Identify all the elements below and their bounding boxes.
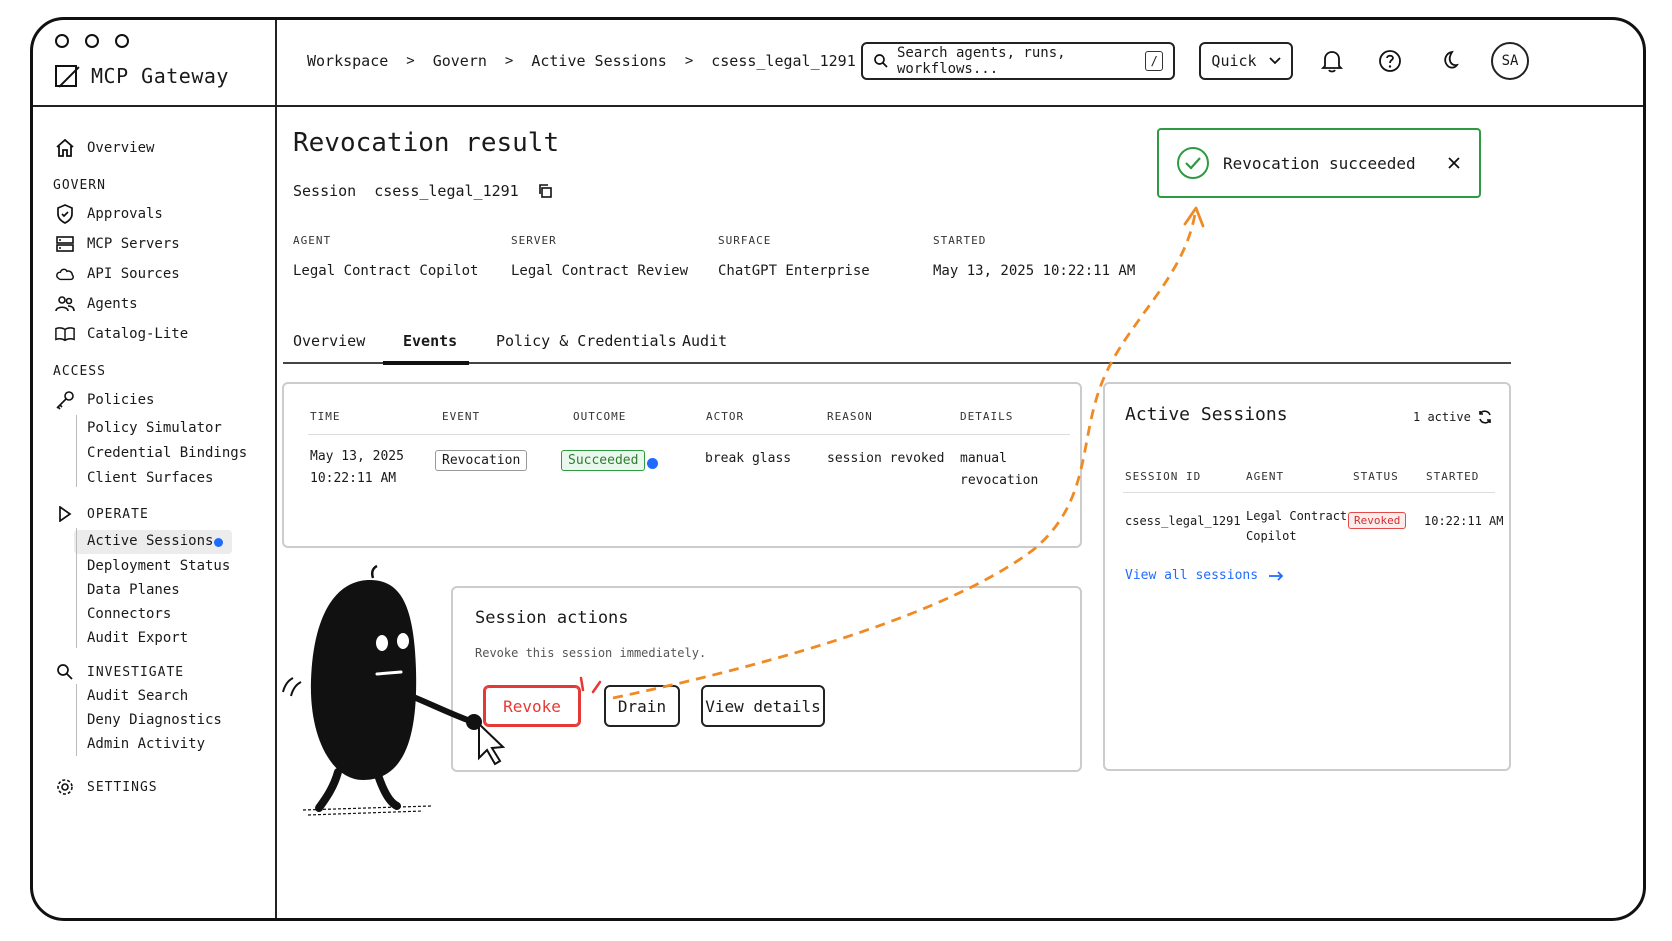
- cursor-icon: [478, 721, 506, 766]
- app-window: MCP Gateway Overview GOVERN Approvals MC…: [30, 17, 1646, 921]
- flow-arrow: [612, 213, 1197, 700]
- click-spark-icon: [579, 676, 602, 694]
- mascot-character: [282, 564, 482, 816]
- illustration-overlay: [282, 206, 1205, 816]
